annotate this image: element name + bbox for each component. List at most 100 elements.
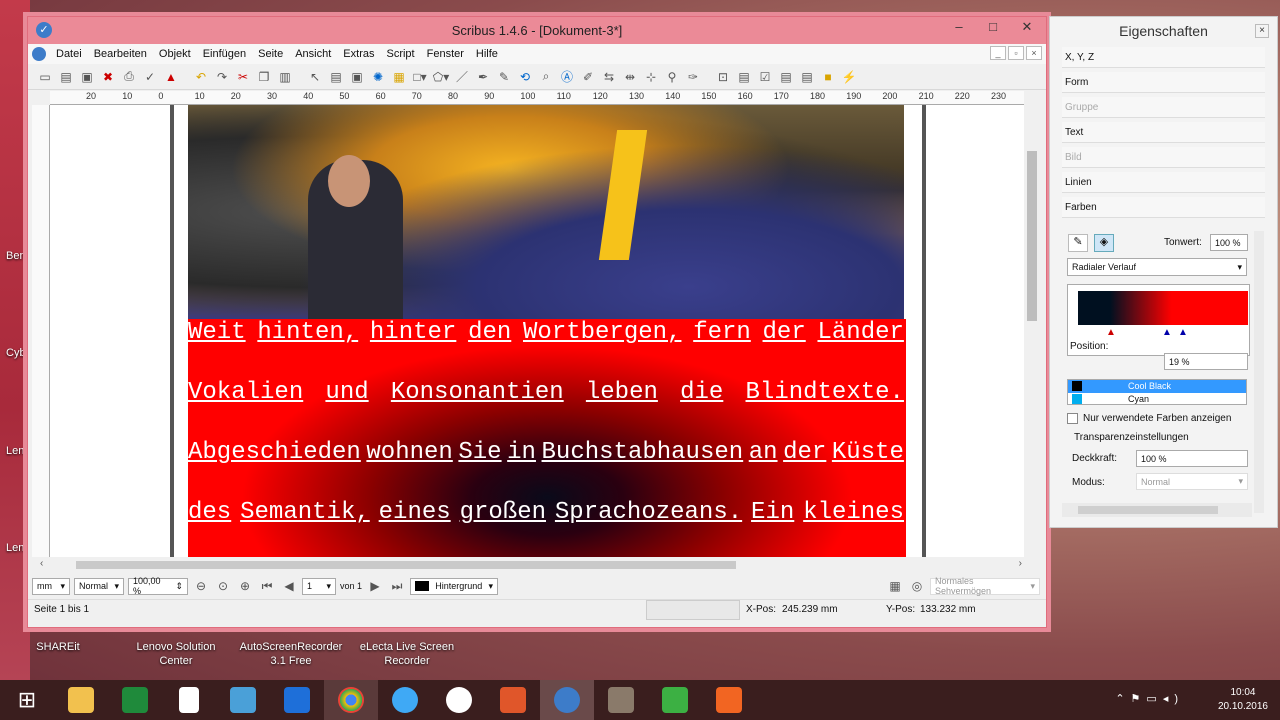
section-farben[interactable]: Farben: [1062, 197, 1265, 218]
close-button[interactable]: ✕: [1014, 19, 1040, 37]
menu-script[interactable]: Script: [380, 48, 420, 60]
select-icon[interactable]: ↖: [306, 68, 324, 86]
bezier-icon[interactable]: ✒: [474, 68, 492, 86]
tonwert-input[interactable]: 100 %: [1210, 234, 1248, 251]
prev-page-icon[interactable]: ◀: [280, 577, 298, 595]
measure-icon[interactable]: ⊹: [642, 68, 660, 86]
copy-icon[interactable]: ❐: [255, 68, 273, 86]
taskbar-screen[interactable]: [216, 680, 270, 720]
page-select[interactable]: 1 ▾: [302, 577, 336, 595]
menu-hilfe[interactable]: Hilfe: [470, 48, 504, 60]
scroll-right-icon[interactable]: ›: [1019, 558, 1022, 569]
zoom-100-icon[interactable]: ⊙: [214, 577, 232, 595]
taskbar-m[interactable]: [270, 680, 324, 720]
pdf-link-icon[interactable]: ⚡: [840, 68, 858, 86]
section-text[interactable]: Text: [1062, 122, 1265, 143]
zoom-out-icon[interactable]: ⊖: [192, 577, 210, 595]
pdf-combobox-icon[interactable]: ▤: [777, 68, 795, 86]
menu-bearbeiten[interactable]: Bearbeiten: [88, 48, 153, 60]
horizontal-scroll-thumb[interactable]: [76, 561, 736, 569]
horizontal-scrollbar[interactable]: ‹ ›: [32, 557, 1022, 573]
layer-select[interactable]: Hintergrund ▾: [410, 577, 499, 595]
color-list[interactable]: Cool Black Cyan: [1067, 379, 1247, 405]
paste-icon[interactable]: ▥: [276, 68, 294, 86]
polygon-icon[interactable]: ⬠▾: [432, 68, 450, 86]
taskbar-gimp[interactable]: [594, 680, 648, 720]
scroll-left-icon[interactable]: ‹: [40, 558, 43, 569]
menu-datei[interactable]: Datei: [50, 48, 88, 60]
render-frame-icon[interactable]: ✺: [369, 68, 387, 86]
props-hscroll[interactable]: [1062, 503, 1252, 517]
undo-icon[interactable]: ↶: [192, 68, 210, 86]
new-document-icon[interactable]: ▭: [36, 68, 54, 86]
shape-icon[interactable]: □▾: [411, 68, 429, 86]
only-used-checkbox[interactable]: [1067, 413, 1078, 424]
table-icon[interactable]: ▦: [390, 68, 408, 86]
text-frame-icon[interactable]: ▤: [327, 68, 345, 86]
taskbar-camtasia-orange[interactable]: [702, 680, 756, 720]
start-button[interactable]: ⊞: [0, 680, 54, 720]
pdf-listbox-icon[interactable]: ▤: [798, 68, 816, 86]
deckkraft-input[interactable]: 100 %: [1136, 450, 1248, 467]
desktop-icon-electa[interactable]: eLecta Live Screen Recorder: [358, 640, 456, 668]
gradient-stop-blue-icon[interactable]: ▲: [1178, 327, 1188, 338]
taskbar-s[interactable]: [432, 680, 486, 720]
properties-title-bar[interactable]: Eigenschaften ×: [1050, 17, 1277, 45]
pdf-button-icon[interactable]: ⊡: [714, 68, 732, 86]
desktop-label-4[interactable]: Len: [6, 542, 24, 554]
desktop-icon-autoscreenrecorder[interactable]: AutoScreenRecorder 3.1 Free: [236, 640, 346, 668]
zoom-in-icon[interactable]: ⊕: [236, 577, 254, 595]
print-icon[interactable]: ⎙: [120, 68, 138, 86]
color-item-cool-black[interactable]: Cool Black: [1068, 380, 1246, 393]
taskbar-ie[interactable]: [378, 680, 432, 720]
vertical-ruler[interactable]: [32, 105, 50, 557]
pdf-export-icon[interactable]: ▲: [162, 68, 180, 86]
doc-close-button[interactable]: ×: [1026, 46, 1042, 60]
edit-text-icon[interactable]: ✐: [579, 68, 597, 86]
modus-select[interactable]: Normal ▾: [1136, 473, 1248, 490]
taskbar-excel[interactable]: [108, 680, 162, 720]
gradient-type-select[interactable]: Radialer Verlauf ▾: [1067, 258, 1247, 276]
doc-minimize-button[interactable]: _: [990, 46, 1006, 60]
vision-select[interactable]: Normales Sehvermögen ▾: [930, 576, 1040, 596]
taskbar-scribus[interactable]: [540, 680, 594, 720]
doc-restore-button[interactable]: ▫: [1008, 46, 1024, 60]
pdf-checkbox-icon[interactable]: ☑: [756, 68, 774, 86]
next-page-icon[interactable]: ▶: [366, 577, 384, 595]
line-icon[interactable]: ／: [453, 68, 471, 86]
taskbar-explorer[interactable]: [54, 680, 108, 720]
taskbar-file[interactable]: [162, 680, 216, 720]
taskbar-recorder[interactable]: [486, 680, 540, 720]
minimize-button[interactable]: –: [946, 19, 972, 37]
unlink-frames-icon[interactable]: ⇹: [621, 68, 639, 86]
zoom-input[interactable]: 100,00 % ⇕: [128, 576, 188, 596]
pdf-textfield-icon[interactable]: ▤: [735, 68, 753, 86]
properties-close-button[interactable]: ×: [1255, 24, 1269, 38]
desktop-label-1[interactable]: Ben: [6, 250, 26, 262]
color-item-cyan[interactable]: Cyan: [1068, 393, 1246, 404]
menu-objekt[interactable]: Objekt: [153, 48, 197, 60]
document-canvas[interactable]: Weit hinten, hinter den Wortbergen, fern der Lä…: [50, 105, 1024, 557]
visual-appearance-icon[interactable]: ◎: [908, 577, 926, 595]
unit-select[interactable]: mm ▾: [32, 577, 70, 595]
desktop-icon-lenovo[interactable]: Lenovo Solution Center: [128, 640, 224, 668]
gradient-editor[interactable]: ▲ ▲ ▲ Position:: [1067, 284, 1250, 356]
maximize-button[interactable]: □: [980, 19, 1006, 37]
section-xyz[interactable]: X, Y, Z: [1062, 47, 1265, 68]
props-vscroll[interactable]: [1254, 231, 1264, 513]
redo-icon[interactable]: ↷: [213, 68, 231, 86]
menu-einfuegen[interactable]: Einfügen: [197, 48, 252, 60]
save-icon[interactable]: ▣: [78, 68, 96, 86]
image-frame-trade-fair[interactable]: [188, 105, 904, 320]
taskbar-camtasia-green[interactable]: [648, 680, 702, 720]
first-page-icon[interactable]: ⏮: [258, 577, 276, 595]
menu-fenster[interactable]: Fenster: [421, 48, 470, 60]
close-doc-icon[interactable]: ✖: [99, 68, 117, 86]
preflight-icon[interactable]: ✓: [141, 68, 159, 86]
eyedropper-icon[interactable]: ✑: [684, 68, 702, 86]
vertical-scroll-thumb[interactable]: [1027, 151, 1037, 321]
text-frame[interactable]: Weit hinten, hinter den Wortbergen, fern der Lä…: [188, 319, 906, 557]
open-icon[interactable]: ▤: [57, 68, 75, 86]
title-bar[interactable]: ✓ Scribus 1.4.6 - [Dokument-3*] – □ ✕: [28, 17, 1046, 44]
rotate-icon[interactable]: ⟲: [516, 68, 534, 86]
